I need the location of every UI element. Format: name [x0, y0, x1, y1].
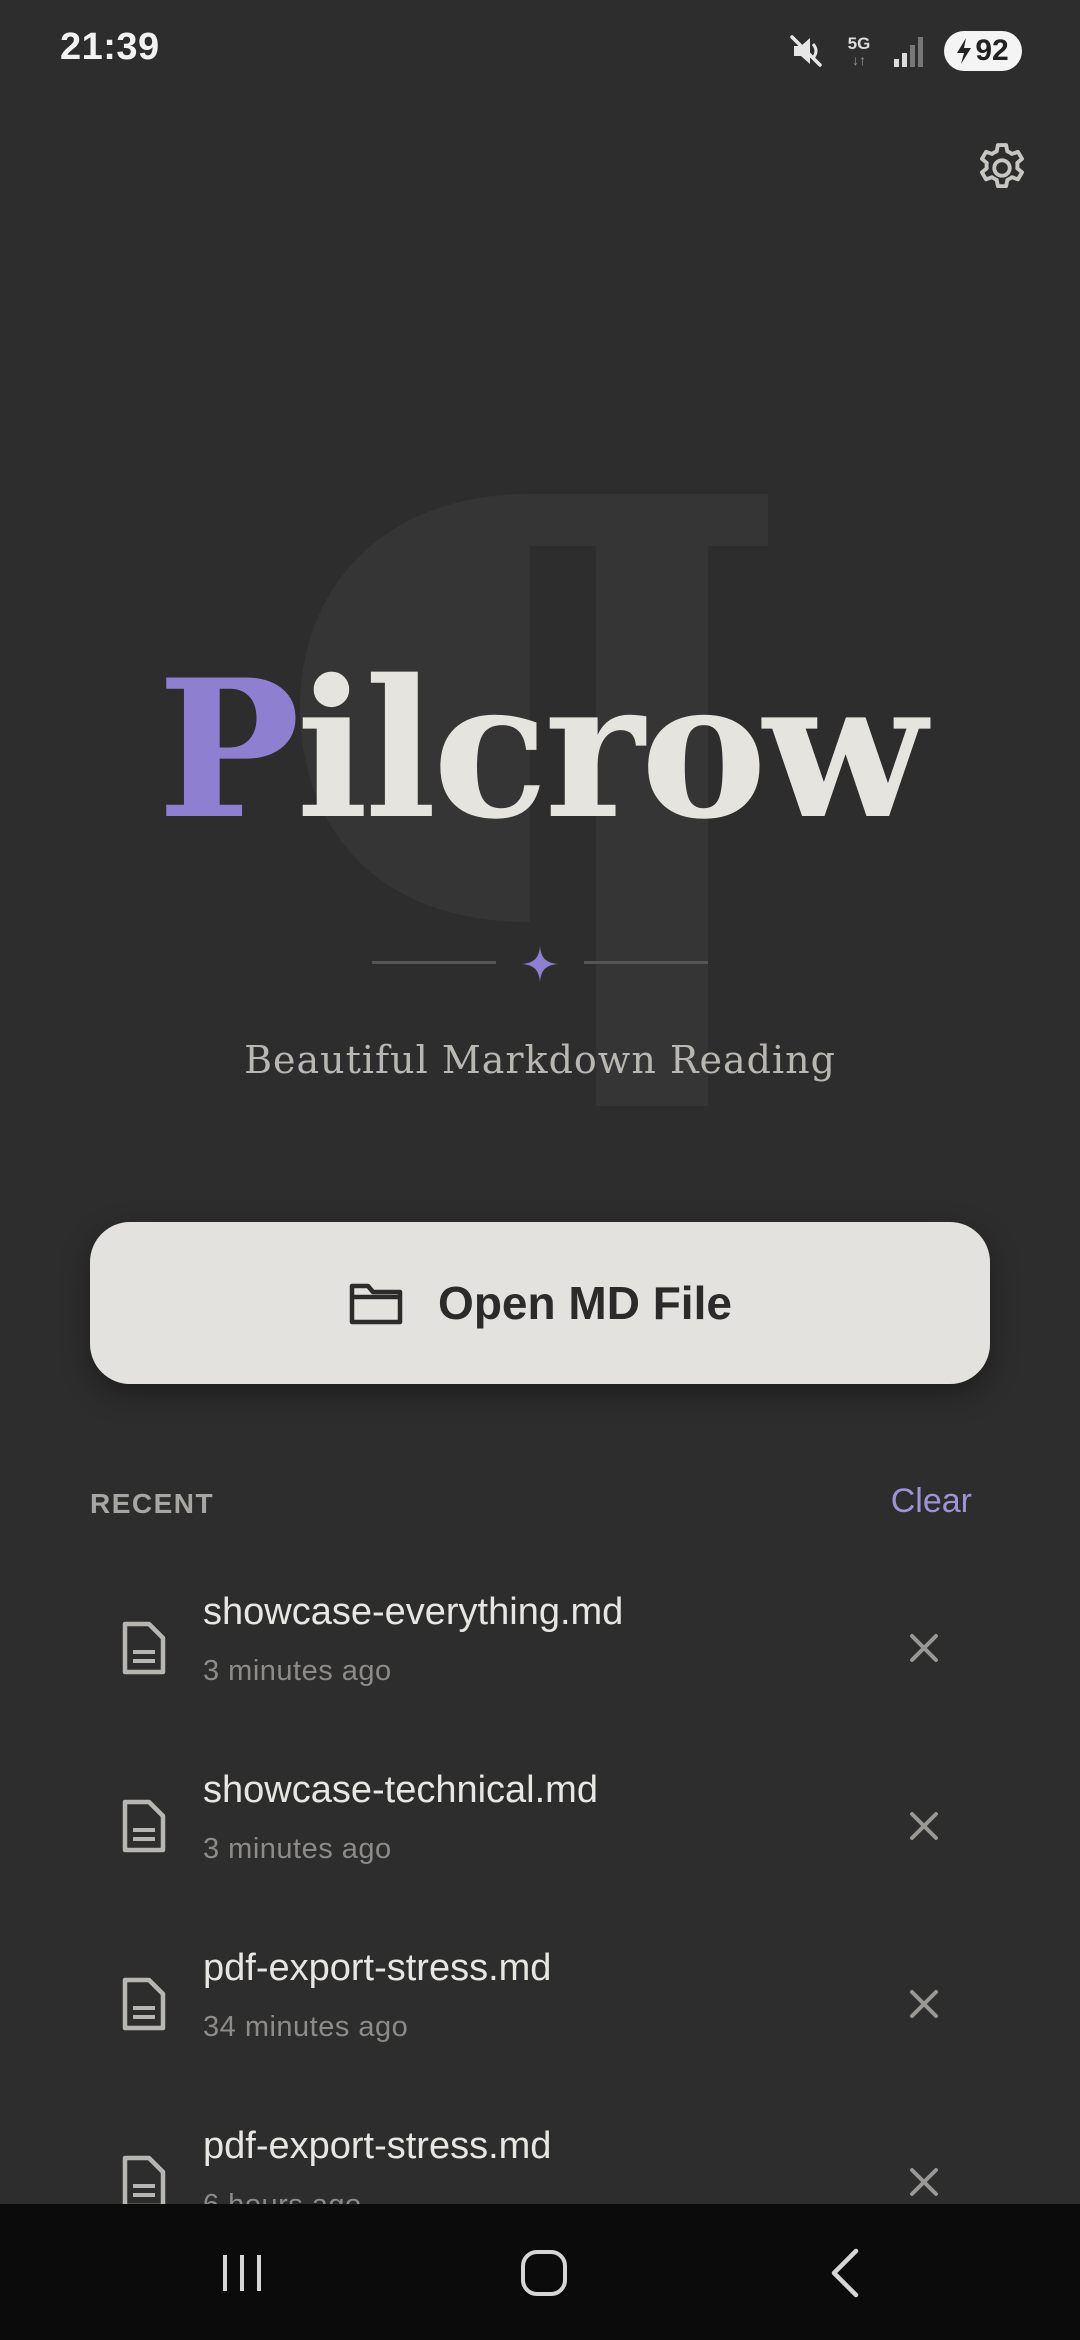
remove-recent-button[interactable]: [898, 1622, 950, 1674]
divider-line-right: [584, 961, 708, 964]
file-name: pdf-export-stress.md: [203, 2125, 552, 2167]
close-icon: [910, 2168, 938, 2196]
file-icon: [122, 1621, 166, 1675]
status-time: 21:39: [60, 26, 160, 68]
clear-recent-button[interactable]: Clear: [891, 1482, 972, 1521]
recent-apps-button[interactable]: [202, 2238, 282, 2308]
signal-icon: [894, 37, 923, 67]
close-icon: [910, 1634, 938, 1662]
file-icon: [122, 1799, 166, 1853]
system-nav-bar: [0, 2204, 1080, 2340]
status-bar: 21:39 5G ↓↑ 92: [0, 0, 1080, 100]
remove-recent-button[interactable]: [898, 2156, 950, 2208]
home-screen: 21:39 5G ↓↑ 92 Pilcrow Beautiful Markdow…: [0, 0, 1080, 2340]
recent-file-item[interactable]: showcase-everything.md 3 minutes ago: [90, 1555, 990, 1733]
file-name: pdf-export-stress.md: [203, 1947, 552, 1989]
close-icon: [910, 1812, 938, 1840]
recent-file-item[interactable]: pdf-export-stress.md 34 minutes ago: [90, 1911, 990, 2089]
gear-icon: [980, 143, 1024, 189]
file-timestamp: 34 minutes ago: [203, 2011, 409, 2043]
divider-line-left: [372, 961, 496, 964]
battery-charging-icon: [957, 38, 972, 64]
data-arrows-icon: ↓↑: [852, 52, 866, 68]
file-name: showcase-technical.md: [203, 1769, 598, 1811]
recent-apps-icon: [223, 2255, 261, 2291]
app-tagline: Beautiful Markdown Reading: [244, 1038, 836, 1082]
recent-section-title: RECENT: [90, 1488, 215, 1519]
open-md-file-label: Open MD File: [438, 1277, 732, 1329]
network-indicator: 5G ↓↑: [844, 34, 874, 68]
file-timestamp: 3 minutes ago: [203, 1833, 392, 1865]
sparkle-icon: [522, 946, 558, 982]
recent-files-list: showcase-everything.md 3 minutes ago sho…: [90, 1555, 990, 2267]
back-icon: [831, 2248, 859, 2298]
open-md-file-button[interactable]: Open MD File: [90, 1222, 990, 1384]
battery-indicator: 92: [944, 31, 1022, 71]
file-icon: [122, 2155, 166, 2209]
file-timestamp: 3 minutes ago: [203, 1655, 392, 1687]
file-name: showcase-everything.md: [203, 1591, 624, 1633]
file-icon: [122, 1977, 166, 2031]
app-title-rest: ilcrow: [296, 638, 926, 861]
settings-button[interactable]: [966, 132, 1038, 204]
battery-level: 92: [975, 34, 1009, 67]
back-button[interactable]: [806, 2238, 886, 2308]
mute-icon: [790, 35, 822, 67]
app-title-accent: P: [157, 638, 300, 861]
remove-recent-button[interactable]: [898, 1800, 950, 1852]
recent-header: RECENT Clear: [90, 1480, 990, 1540]
title-divider: [372, 944, 708, 984]
home-button[interactable]: [504, 2238, 584, 2308]
close-icon: [910, 1990, 938, 2018]
app-title: Pilcrow: [0, 640, 1080, 860]
folder-icon: [349, 1283, 403, 1325]
remove-recent-button[interactable]: [898, 1978, 950, 2030]
home-icon: [521, 2250, 567, 2296]
network-type: 5G: [847, 34, 871, 53]
recent-file-item[interactable]: showcase-technical.md 3 minutes ago: [90, 1733, 990, 1911]
status-icons: 5G ↓↑ 92: [786, 28, 1022, 74]
